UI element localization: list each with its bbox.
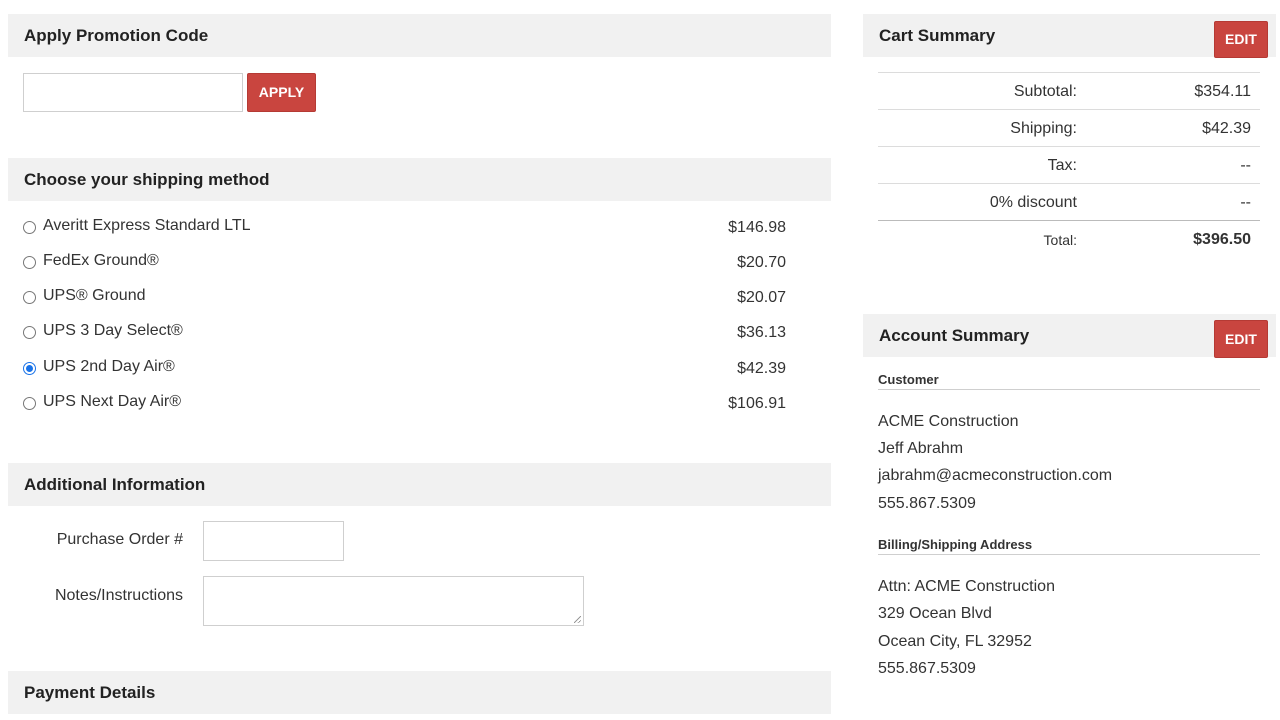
shipping-option-price: $42.39 (737, 360, 786, 377)
customer-heading: Customer (878, 372, 1260, 390)
customer-phone: 555.867.5309 (878, 495, 976, 512)
summary-value: $354.11 (1194, 83, 1251, 100)
shipping-section-header: Choose your shipping method (8, 158, 831, 201)
shipping-radio[interactable] (23, 326, 36, 339)
address-attn: Attn: ACME Construction (878, 578, 1055, 595)
shipping-option-name: UPS 3 Day Select® (43, 322, 183, 339)
address-phone: 555.867.5309 (878, 660, 976, 677)
shipping-option-name: UPS 2nd Day Air® (43, 358, 175, 375)
shipping-option-ups-2nd-day[interactable]: UPS 2nd Day Air® $42.39 (22, 358, 786, 380)
shipping-option-name: Averitt Express Standard LTL (43, 217, 251, 234)
shipping-option-name: UPS Next Day Air® (43, 393, 182, 410)
shipping-radio[interactable] (23, 256, 36, 269)
shipping-radio-selected[interactable] (23, 362, 36, 375)
apply-promo-button[interactable]: APPLY (247, 73, 316, 112)
shipping-option-ups-ground[interactable]: UPS® Ground $20.07 (22, 287, 786, 309)
promo-section-header: Apply Promotion Code (8, 14, 831, 57)
shipping-option-averitt[interactable]: Averitt Express Standard LTL $146.98 (22, 217, 786, 239)
customer-company: ACME Construction (878, 413, 1019, 430)
summary-label: Subtotal: (1013, 83, 1077, 100)
address-heading: Billing/Shipping Address (878, 537, 1260, 555)
additional-info-section-header: Additional Information (8, 463, 831, 506)
shipping-option-name: FedEx Ground® (43, 252, 159, 269)
edit-account-button[interactable]: EDIT (1214, 320, 1268, 358)
shipping-option-ups-next-day[interactable]: UPS Next Day Air® $106.91 (22, 393, 786, 415)
shipping-option-price: $20.70 (737, 254, 786, 271)
summary-row-shipping: Shipping: $42.39 (878, 110, 1260, 147)
customer-email: jabrahm@acmeconstruction.com (878, 467, 1113, 484)
summary-value: -- (1240, 194, 1251, 211)
summary-row-subtotal: Subtotal: $354.11 (878, 73, 1260, 110)
summary-value: -- (1240, 157, 1251, 174)
address-city: Ocean City, FL 32952 (878, 633, 1032, 650)
summary-row-discount: 0% discount -- (878, 184, 1260, 221)
shipping-radio[interactable] (23, 291, 36, 304)
summary-value: $42.39 (1202, 120, 1251, 137)
customer-name: Jeff Abrahm (878, 440, 964, 457)
summary-row-total: Total: $396.50 (878, 220, 1260, 257)
summary-row-tax: Tax: -- (878, 147, 1260, 184)
payment-section-header: Payment Details (8, 671, 831, 714)
shipping-option-price: $106.91 (728, 395, 786, 412)
purchase-order-label: Purchase Order # (56, 531, 183, 548)
summary-label: Tax: (1047, 157, 1077, 174)
address-street: 329 Ocean Blvd (878, 605, 992, 622)
shipping-option-price: $146.98 (728, 219, 786, 236)
shipping-radio[interactable] (23, 397, 36, 410)
total-value: $396.50 (1193, 231, 1251, 248)
shipping-radio[interactable] (23, 221, 36, 234)
edit-cart-button[interactable]: EDIT (1214, 21, 1268, 58)
notes-label: Notes/Instructions (54, 587, 183, 604)
purchase-order-input[interactable] (203, 521, 344, 561)
shipping-option-ups-3day[interactable]: UPS 3 Day Select® $36.13 (22, 322, 786, 344)
notes-textarea[interactable] (203, 576, 584, 626)
shipping-option-price: $36.13 (737, 324, 786, 341)
shipping-option-price: $20.07 (737, 289, 786, 306)
shipping-option-name: UPS® Ground (43, 287, 146, 304)
shipping-option-fedex-ground[interactable]: FedEx Ground® $20.70 (22, 252, 786, 274)
summary-label: Shipping: (1010, 120, 1077, 137)
total-label: Total: (1043, 232, 1077, 248)
promo-code-input[interactable] (23, 73, 243, 112)
resize-grip-icon[interactable] (574, 616, 581, 623)
summary-label: 0% discount (989, 194, 1077, 211)
